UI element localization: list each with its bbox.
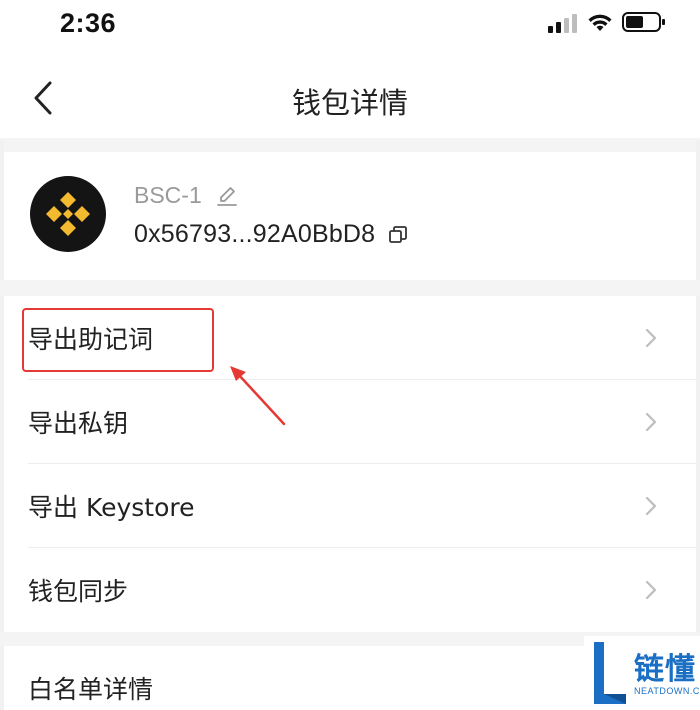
bnb-logo-icon [30,176,106,252]
menu-item-label: 钱包同步 [28,577,129,606]
page-title: 钱包详情 [291,86,408,120]
chevron-right-icon [645,412,657,432]
copy-icon[interactable] [387,224,409,246]
frame-edge-right [696,140,700,710]
chevron-right-icon [645,328,657,348]
chevron-right-icon [645,496,657,516]
menu-item-wallet-sync[interactable]: 钱包同步 [4,548,696,632]
watermark-subtext: NEATDOWN.COM [634,686,700,696]
status-bar: 2:36 [0,0,700,50]
chevron-right-icon [645,580,657,600]
nav-bar: 钱包详情 [0,50,700,140]
wallet-name-row: BSC-1 [134,182,238,209]
watermark: 链懂 NEATDOWN.COM [584,636,700,710]
status-time: 2:36 [60,8,117,38]
screen: 2:36 钱包详情 BSC-1 0x56793...92A0BbD8 导出助记词… [0,0,700,710]
section-gap [0,280,700,296]
watermark-text: 链懂 [634,652,696,687]
cellular-signal-icon [548,13,578,33]
menu-item-label: 导出私钥 [28,409,129,438]
wallet-address: 0x56793...92A0BbD8 [134,220,376,248]
wallet-address-row: 0x56793...92A0BbD8 [134,220,409,249]
battery-icon [622,12,665,32]
annotation-arrow-icon [230,366,286,426]
annotation-highlight-box [22,308,214,372]
menu-item-label: 白名单详情 [28,675,154,704]
edit-pencil-icon[interactable] [216,185,238,207]
menu-item-export-private-key[interactable]: 导出私钥 [4,380,696,464]
wallet-card: BSC-1 0x56793...92A0BbD8 [4,152,696,280]
watermark-logo-icon [594,642,626,704]
menu-item-label: 导出 Keystore [28,493,195,522]
bnb-diamond-icon [46,192,90,236]
wallet-name: BSC-1 [134,182,202,208]
menu-item-export-keystore[interactable]: 导出 Keystore [4,464,696,548]
wifi-icon [588,14,612,31]
section-gap [0,138,700,152]
